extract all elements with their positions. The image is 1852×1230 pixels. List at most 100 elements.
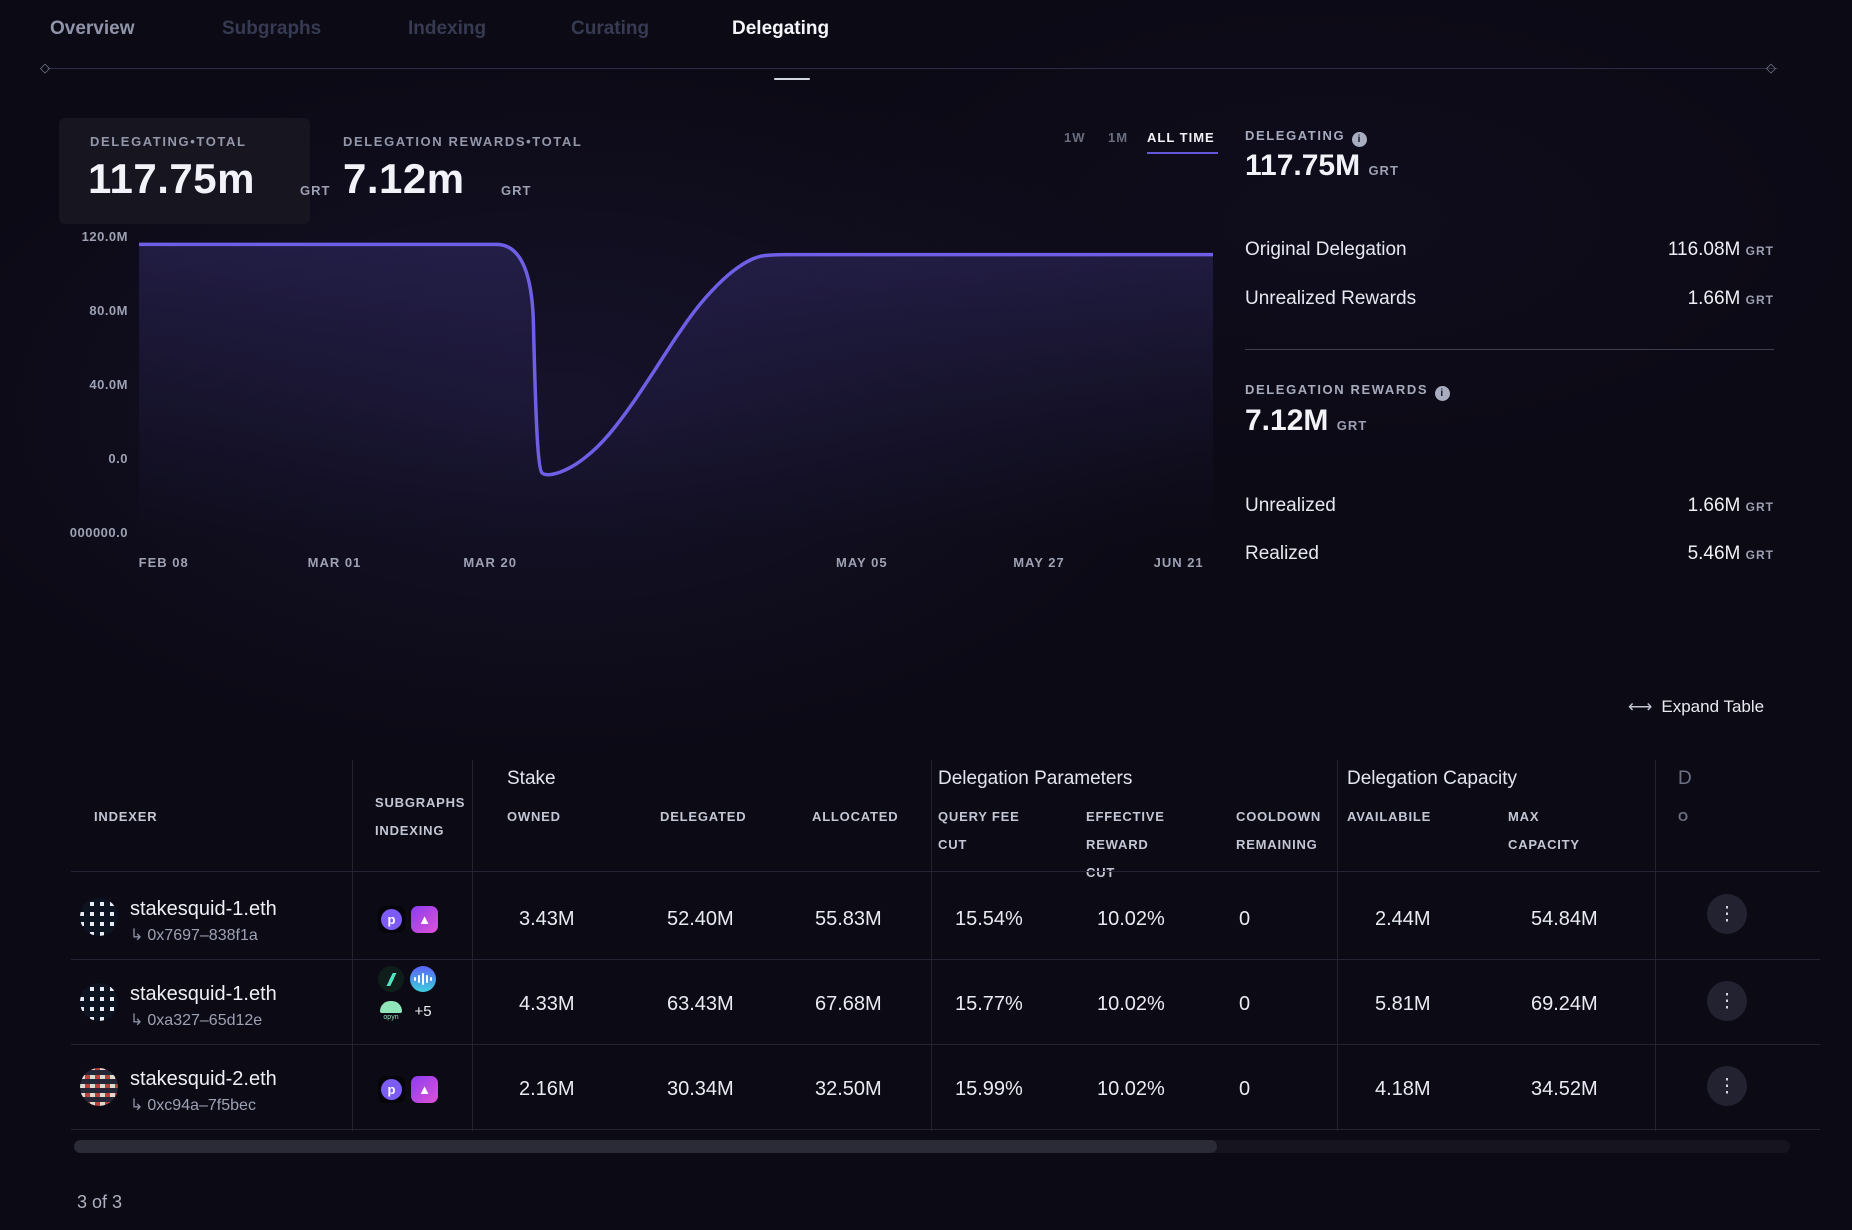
original-delegation-amount: 116.08M (1668, 239, 1741, 260)
expand-table-button[interactable]: ⟷Expand Table (1628, 697, 1764, 717)
effective-reward-cut-cell: 10.02% (1097, 908, 1165, 931)
subgraph-icons: opyn +5 (378, 966, 450, 1024)
tab-subgraphs[interactable]: Subgraphs (222, 18, 321, 40)
available-cell: 5.81M (1375, 993, 1431, 1016)
delegating-page: Overview Subgraphs Indexing Curating Del… (0, 0, 1852, 1230)
horizontal-scrollbar-thumb[interactable] (74, 1140, 1217, 1153)
delegating-area-chart (139, 226, 1213, 540)
x-axis-tick: MAR 01 (308, 555, 362, 570)
info-icon[interactable]: i (1352, 132, 1367, 147)
tab-overview[interactable]: Overview (50, 18, 135, 40)
indexer-address-text: 0xa327–65d12e (147, 1012, 262, 1029)
indexer-name[interactable]: stakesquid-1.eth (130, 898, 277, 921)
realized-unit: GRT (1746, 548, 1774, 562)
panel-rewards-label: DELEGATION REWARDSi (1245, 382, 1450, 401)
effective-reward-cut-cell: 10.02% (1097, 1078, 1165, 1101)
col-effective-reward-cut: EFFECTIVE REWARD CUT (1086, 803, 1181, 887)
kebab-menu-icon: ⋮ (1718, 903, 1737, 926)
poap-letter: p (381, 909, 402, 930)
unrealized-rewards-unit: GRT (1746, 293, 1774, 307)
effective-reward-cut-cell: 10.02% (1097, 993, 1165, 1016)
delegation-rewards-total-card[interactable]: DELEGATION REWARDS•TOTAL 7.12m GRT (343, 118, 613, 224)
audius-subgraph-icon[interactable] (410, 966, 436, 992)
expand-horizontal-icon: ⟷ (1628, 697, 1652, 716)
row-menu-button[interactable]: ⋮ (1707, 894, 1747, 934)
group-stake: Stake (507, 768, 556, 790)
delta-triangle: ▲ (418, 912, 431, 927)
delegating-total-unit: GRT (300, 183, 330, 198)
more-subgraphs-badge[interactable]: +5 (410, 1003, 436, 1020)
unrealized-rewards-amount: 1.66M (1688, 288, 1741, 309)
cooldown-cell: 0 (1239, 993, 1250, 1016)
query-fee-cut-cell: 15.99% (955, 1078, 1023, 1101)
available-cell: 4.18M (1375, 1078, 1431, 1101)
indexer-address: ↳0x7697–838f1a (130, 925, 258, 945)
max-capacity-cell: 34.52M (1531, 1078, 1598, 1101)
row-menu-button[interactable]: ⋮ (1707, 981, 1747, 1021)
allocated-cell: 32.50M (815, 1078, 882, 1101)
panel-delegating-unit: GRT (1368, 163, 1398, 178)
y-axis-tick: 40.0M (0, 377, 128, 392)
tab-delegating[interactable]: Delegating (732, 18, 829, 40)
sublevel-arrow-icon: ↳ (130, 1012, 143, 1029)
indexer-name[interactable]: stakesquid-1.eth (130, 983, 277, 1006)
table-row-separator (71, 1044, 1820, 1045)
info-icon[interactable]: i (1435, 386, 1450, 401)
delta-subgraph-icon[interactable]: ▲ (411, 906, 438, 933)
col-allocated: ALLOCATED (812, 803, 898, 831)
table-row-separator (71, 871, 1820, 872)
cooldown-cell: 0 (1239, 1078, 1250, 1101)
table-row-separator (71, 959, 1820, 960)
col-query-fee-cut: QUERY FEE CUT (938, 803, 1033, 859)
range-1w-button[interactable]: 1W (1064, 130, 1086, 145)
y-axis-tick: 80.0M (0, 303, 128, 318)
col-subgraphs-indexing: SUBGRAPHS INDEXING (375, 789, 475, 845)
panel-divider (1245, 349, 1774, 350)
owned-cell: 3.43M (519, 908, 575, 931)
tab-indexing[interactable]: Indexing (408, 18, 486, 40)
delegation-rewards-total-value: 7.12m (343, 155, 465, 203)
realized-amount: 5.46M (1688, 543, 1741, 564)
subgraph-icons: p ▲ (378, 906, 450, 933)
sublevel-arrow-icon: ↳ (130, 1097, 143, 1114)
diamond-right-icon: ◇ (1766, 60, 1776, 76)
delegated-cell: 52.40M (667, 908, 734, 931)
sublevel-arrow-icon: ↳ (130, 927, 143, 944)
allocated-cell: 67.68M (815, 993, 882, 1016)
y-axis-tick: 120.0M (0, 229, 128, 244)
tab-curating[interactable]: Curating (571, 18, 649, 40)
group-delegation-parameters: Delegation Parameters (938, 768, 1132, 790)
opyn-dome (380, 1001, 402, 1013)
row-menu-button[interactable]: ⋮ (1707, 1066, 1747, 1106)
group-delegation-capacity: Delegation Capacity (1347, 768, 1517, 790)
delegating-total-value: 117.75m (88, 155, 255, 203)
active-tab-indicator (774, 78, 810, 80)
range-1m-button[interactable]: 1M (1108, 130, 1128, 145)
range-alltime-button[interactable]: ALL TIME (1147, 130, 1215, 145)
delegation-rewards-total-label: DELEGATION REWARDS•TOTAL (343, 134, 582, 149)
opyn-subgraph-icon[interactable]: opyn (378, 998, 404, 1024)
kebab-menu-icon: ⋮ (1718, 1075, 1737, 1098)
col-cooldown-remaining: COOLDOWN REMAINING (1236, 803, 1336, 859)
indexer-avatar (80, 983, 118, 1021)
allocated-cell: 55.83M (815, 908, 882, 931)
poap-subgraph-icon[interactable]: p (378, 1076, 405, 1103)
table-divider (1337, 760, 1338, 1131)
panel-rewards-value: 7.12M GRT (1245, 404, 1367, 438)
sablier-subgraph-icon[interactable] (378, 966, 404, 992)
panel-delegating-value: 117.75M GRT (1245, 149, 1399, 183)
indexer-name[interactable]: stakesquid-2.eth (130, 1068, 277, 1091)
x-axis-tick: JUN 21 (1154, 555, 1204, 570)
delegating-total-label: DELEGATING•TOTAL (90, 134, 247, 149)
diamond-left-icon: ◇ (40, 60, 50, 76)
panel-rewards-amount: 7.12M (1245, 404, 1328, 437)
poap-subgraph-icon[interactable]: p (378, 906, 405, 933)
range-active-indicator (1147, 152, 1218, 154)
indexer-address-text: 0x7697–838f1a (147, 927, 257, 944)
owned-cell: 2.16M (519, 1078, 575, 1101)
delta-subgraph-icon[interactable]: ▲ (411, 1076, 438, 1103)
chart-area-fill (139, 244, 1213, 540)
subgraph-icons: p ▲ (378, 1076, 450, 1103)
y-axis-tick: 0.0 (0, 451, 128, 466)
delegating-total-card[interactable]: DELEGATING•TOTAL 117.75m GRT (59, 118, 310, 224)
